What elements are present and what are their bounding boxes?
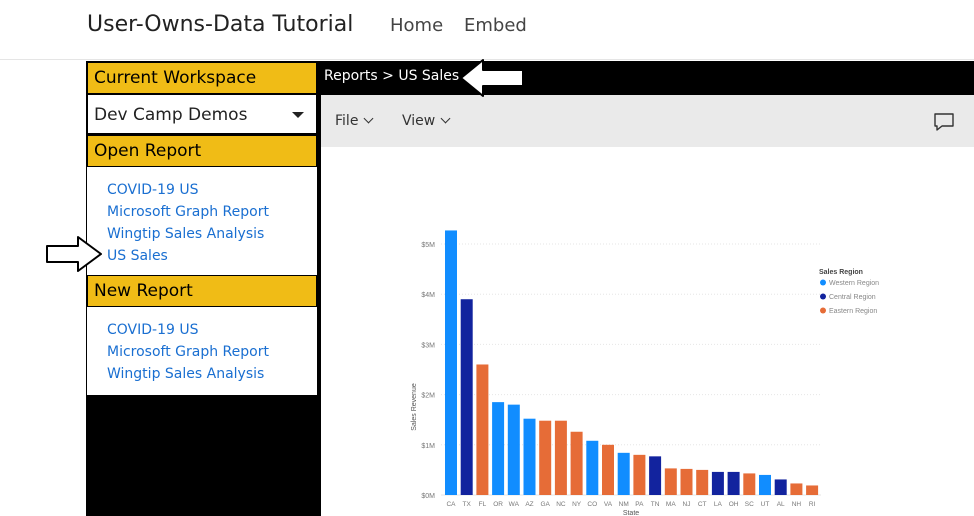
nav-home-link[interactable]: Home bbox=[390, 15, 443, 36]
open-report-link-graph[interactable]: Microsoft Graph Report bbox=[107, 201, 317, 223]
bar bbox=[445, 230, 457, 496]
x-tick-label: LA bbox=[714, 501, 723, 508]
left-panel: Current Workspace Dev Camp Demos Open Re… bbox=[86, 61, 319, 516]
legend-marker bbox=[820, 279, 826, 286]
bar bbox=[570, 431, 583, 495]
legend-marker bbox=[820, 293, 826, 300]
bar bbox=[743, 473, 756, 495]
file-menu-label: File bbox=[335, 113, 359, 129]
file-menu[interactable]: File bbox=[335, 113, 374, 129]
bar bbox=[492, 402, 505, 495]
legend-item: Western Region bbox=[829, 280, 879, 287]
legend-marker bbox=[820, 307, 826, 314]
current-workspace-header: Current Workspace bbox=[87, 62, 317, 94]
x-tick-label: CA bbox=[446, 501, 456, 508]
open-report-link-us-sales[interactable]: US Sales bbox=[107, 245, 317, 267]
bar bbox=[696, 469, 709, 495]
view-menu-label: View bbox=[402, 113, 436, 129]
bar bbox=[759, 474, 771, 495]
report-toolbar: File View bbox=[321, 95, 974, 147]
bar bbox=[539, 420, 552, 495]
x-tick-label: AL bbox=[777, 501, 785, 508]
chevron-down-icon bbox=[363, 113, 374, 124]
x-tick-label: MA bbox=[666, 501, 676, 508]
x-tick-label: CT bbox=[698, 501, 707, 508]
bar bbox=[602, 444, 614, 495]
x-tick-label: PA bbox=[635, 501, 644, 508]
x-tick-label: NM bbox=[619, 501, 629, 508]
x-tick-label: NJ bbox=[683, 501, 691, 508]
bar bbox=[711, 471, 724, 495]
open-report-list: COVID-19 US Microsoft Graph Report Wingt… bbox=[87, 167, 317, 275]
comment-icon[interactable] bbox=[933, 111, 955, 133]
x-tick-label: NH bbox=[792, 501, 802, 508]
open-report-link-covid[interactable]: COVID-19 US bbox=[107, 179, 317, 201]
x-tick-label: SC bbox=[745, 501, 754, 508]
x-tick-label: NY bbox=[572, 501, 582, 508]
y-axis-title: Sales Revenue bbox=[411, 383, 418, 431]
x-tick-label: TX bbox=[463, 501, 472, 508]
x-tick-label: AZ bbox=[525, 501, 533, 508]
x-tick-label: WA bbox=[509, 501, 520, 508]
x-tick-label: OH bbox=[729, 501, 739, 508]
bar bbox=[460, 299, 473, 495]
bar bbox=[523, 418, 536, 495]
bar bbox=[476, 364, 489, 495]
new-report-link-covid[interactable]: COVID-19 US bbox=[107, 319, 317, 341]
legend-item: Eastern Region bbox=[829, 308, 877, 315]
bar bbox=[680, 468, 693, 495]
bar bbox=[507, 404, 520, 495]
arrow-left-icon bbox=[460, 59, 524, 97]
open-report-header: Open Report bbox=[87, 135, 317, 167]
bar bbox=[633, 454, 646, 495]
bar bbox=[790, 483, 803, 495]
arrow-right-icon bbox=[46, 236, 102, 272]
bar bbox=[774, 479, 787, 495]
x-tick-label: VA bbox=[604, 501, 613, 508]
x-tick-label: NC bbox=[556, 501, 566, 508]
y-tick-label: $2M bbox=[421, 393, 435, 400]
x-tick-label: RI bbox=[809, 501, 816, 508]
bar bbox=[617, 452, 630, 495]
x-tick-label: CO bbox=[587, 501, 597, 508]
bar bbox=[649, 456, 662, 495]
new-report-list: COVID-19 US Microsoft Graph Report Wingt… bbox=[87, 307, 317, 395]
x-tick-label: GA bbox=[540, 501, 550, 508]
y-tick-label: $0M bbox=[421, 493, 435, 500]
new-report-link-wingtip[interactable]: Wingtip Sales Analysis bbox=[107, 363, 317, 385]
x-axis-title: State bbox=[623, 510, 639, 516]
caret-down-icon bbox=[292, 112, 304, 118]
x-tick-label: OR bbox=[493, 501, 503, 508]
report-canvas: File View $0M $1M $2M $3M $4M $5M CA TX FL OR WA AZ… bbox=[321, 95, 974, 516]
top-navbar: User-Owns-Data Tutorial Home Embed bbox=[0, 0, 974, 60]
bar bbox=[806, 485, 819, 495]
embedded-report-frame: Reports > US Sales File View $0M $1M $2M $3… bbox=[319, 61, 974, 516]
chevron-down-icon bbox=[440, 113, 451, 124]
y-tick-label: $4M bbox=[421, 292, 435, 299]
app-title[interactable]: User-Owns-Data Tutorial bbox=[87, 12, 353, 37]
sales-revenue-bar-chart: $0M $1M $2M $3M $4M $5M CA TX FL OR WA AZ GA NC NY CO VA… bbox=[411, 230, 879, 516]
legend-title: Sales Region bbox=[819, 269, 863, 276]
new-report-link-graph[interactable]: Microsoft Graph Report bbox=[107, 341, 317, 363]
x-tick-label: UT bbox=[761, 501, 770, 508]
x-tick-label: TN bbox=[651, 501, 660, 508]
bar bbox=[727, 471, 740, 495]
y-tick-label: $1M bbox=[421, 443, 435, 450]
y-tick-label: $5M bbox=[421, 242, 435, 249]
workspace-dropdown-value: Dev Camp Demos bbox=[94, 105, 248, 125]
view-menu[interactable]: View bbox=[402, 113, 451, 129]
bar bbox=[554, 420, 567, 495]
new-report-header: New Report bbox=[87, 275, 317, 307]
nav-embed-link[interactable]: Embed bbox=[464, 15, 527, 36]
x-tick-label: FL bbox=[479, 501, 487, 508]
open-report-link-wingtip[interactable]: Wingtip Sales Analysis bbox=[107, 223, 317, 245]
bar bbox=[586, 440, 599, 495]
legend-item: Central Region bbox=[829, 294, 876, 301]
workspace-dropdown[interactable]: Dev Camp Demos bbox=[87, 94, 317, 134]
y-tick-label: $3M bbox=[421, 342, 435, 349]
bar bbox=[664, 468, 677, 495]
breadcrumb: Reports > US Sales bbox=[324, 68, 460, 84]
